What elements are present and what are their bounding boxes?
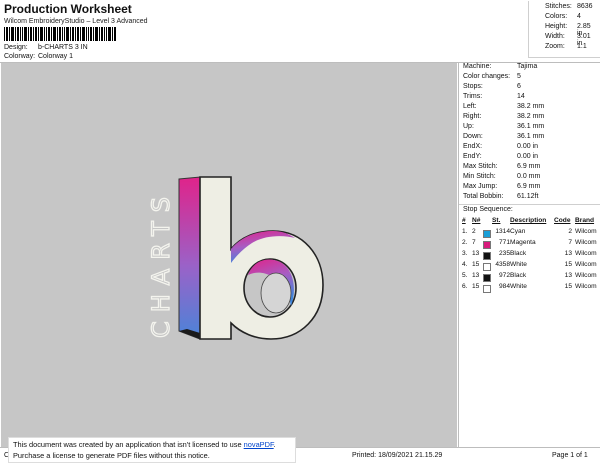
software-subtitle: Wilcom EmbroideryStudio – Level 3 Advanc…: [4, 18, 148, 25]
table-row: 1. 2 1314 Cyan 2 Wilcom: [462, 228, 598, 239]
cell-n: 13: [472, 272, 480, 279]
cell-n: 15: [472, 261, 480, 268]
cell-n: 2: [472, 228, 476, 235]
machine-info-panel: Machine: Tajima Color changes: 5 Stops: 6 T…: [458, 63, 600, 447]
cell-desc: White: [510, 283, 527, 290]
cell-n: 13: [472, 250, 480, 257]
table-row: 2. 7 771 Magenta 7 Wilcom: [462, 239, 598, 250]
cell-idx: 5.: [462, 272, 468, 279]
cell-st: 771: [498, 239, 510, 246]
color-swatch: [483, 241, 491, 249]
stop-sequence-table: # N# St. Description Code Brand 1. 2 1314 C…: [462, 217, 600, 297]
printed-timestamp: Printed: 18/09/2021 21.15.29: [352, 452, 443, 459]
notice-line-2: Purchase a license to generate PDF files…: [13, 451, 210, 460]
color-swatch: [483, 285, 491, 293]
table-header: # N# St. Description Code Brand: [462, 217, 595, 224]
novapdf-link[interactable]: novaPDF: [244, 440, 274, 449]
cell-brand: Wilcom: [575, 228, 597, 235]
color-swatch: [483, 252, 491, 260]
cell-idx: 4.: [462, 261, 468, 268]
panel-divider: [459, 204, 600, 205]
cell-brand: Wilcom: [575, 239, 597, 246]
design-label: Design:: [4, 44, 28, 51]
table-row: 6. 15 984 White 15 Wilcom: [462, 283, 598, 294]
table-row: 3. 13 235 Black 13 Wilcom: [462, 250, 598, 261]
cell-n: 15: [472, 283, 480, 290]
design-value: b-CHARTS 3 IN: [38, 44, 88, 51]
cell-st: 4358: [495, 261, 510, 268]
cell-brand: Wilcom: [575, 272, 597, 279]
cell-idx: 6.: [462, 283, 468, 290]
letter-b-counter-floor: [260, 272, 292, 314]
cell-brand: Wilcom: [575, 250, 597, 257]
cell-code: 2: [568, 228, 572, 235]
colorway-value: Colorway 1: [38, 53, 74, 60]
cell-idx: 1.: [462, 228, 468, 235]
cell-code: 13: [564, 250, 572, 257]
stop-sequence-title: Stop Sequence:: [463, 206, 513, 213]
page-title: Production Worksheet: [4, 2, 132, 16]
cell-desc: White: [510, 261, 527, 268]
cell-desc: Magenta: [510, 239, 536, 246]
design-preview: CHARTS: [1, 63, 457, 447]
cell-code: 15: [564, 261, 572, 268]
cell-brand: Wilcom: [575, 283, 597, 290]
cell-idx: 2.: [462, 239, 468, 246]
colorway-label: Colorway:: [4, 53, 36, 60]
page-number: Page 1 of 1: [552, 452, 588, 459]
barcode-icon: [4, 27, 116, 41]
cell-code: 15: [564, 283, 572, 290]
notice-line-1: This document was created by an applicat…: [13, 440, 276, 449]
color-swatch: [483, 230, 491, 238]
stats-panel: Stitches: 8636 Colors: 4 Height: 2.85 in Wi…: [528, 1, 600, 58]
cell-st: 972: [498, 272, 510, 279]
cell-st: 235: [498, 250, 510, 257]
cell-desc: Black: [510, 272, 527, 279]
table-row: 5. 13 972 Black 13 Wilcom: [462, 272, 598, 283]
letter-b-stem-side: [178, 176, 201, 340]
cell-desc: Cyan: [510, 228, 526, 235]
cell-desc: Black: [510, 250, 527, 257]
logo-charts-text: CHARTS: [147, 188, 175, 338]
color-swatch: [483, 274, 491, 282]
color-swatch: [483, 263, 491, 271]
cell-st: 1314: [495, 228, 510, 235]
table-row: 4. 15 4358 White 15 Wilcom: [462, 261, 598, 272]
cell-st: 984: [498, 283, 510, 290]
cell-n: 7: [472, 239, 476, 246]
cell-code: 7: [568, 239, 572, 246]
cell-code: 13: [564, 272, 572, 279]
cell-brand: Wilcom: [575, 261, 597, 268]
cell-idx: 3.: [462, 250, 468, 257]
embroidery-design-image: CHARTS: [146, 176, 324, 340]
license-notice: This document was created by an applicat…: [8, 437, 296, 463]
